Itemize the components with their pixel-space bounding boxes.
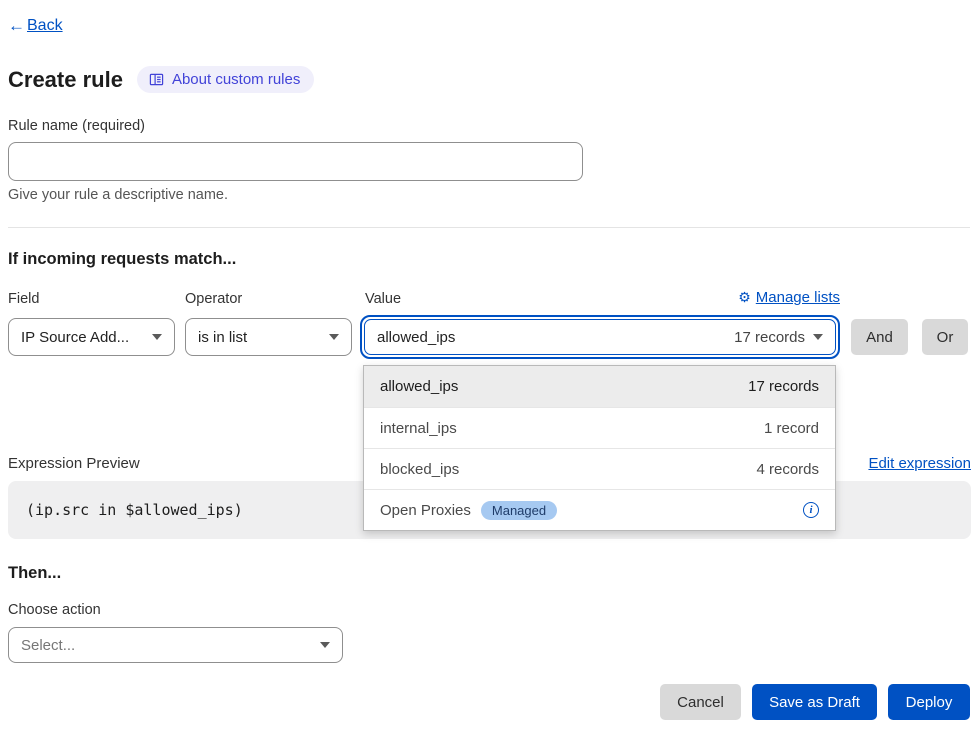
list-item-name: allowed_ips [380,378,458,395]
action-select[interactable]: Select... [8,627,343,663]
and-button[interactable]: And [851,319,908,355]
cancel-button[interactable]: Cancel [660,684,741,720]
operator-label: Operator [185,291,242,307]
value-select-value: allowed_ips [377,329,455,346]
docs-book-icon [149,72,164,87]
action-select-placeholder: Select... [21,637,75,654]
field-label: Field [8,291,39,307]
heading-row: Create rule About custom rules [8,66,314,93]
page-title: Create rule [8,67,123,93]
operator-select-value: is in list [198,329,247,346]
chevron-down-icon [813,334,823,340]
gear-icon: ⚙ [738,289,751,306]
deploy-button[interactable]: Deploy [888,684,970,720]
list-item-internal-ips[interactable]: internal_ips 1 record [364,407,835,448]
field-select[interactable]: IP Source Add... [8,318,175,356]
list-item-open-proxies[interactable]: Open Proxies Managed i [364,489,835,530]
list-item-allowed-ips[interactable]: allowed_ips 17 records [364,366,835,407]
rule-name-helper-text: Give your rule a descriptive name. [8,187,228,203]
edit-expression-link[interactable]: Edit expression [868,455,971,472]
back-arrow-icon: ← [8,16,25,36]
choose-action-label: Choose action [8,602,101,618]
managed-badge: Managed [481,501,557,520]
rule-name-input[interactable] [8,142,583,181]
list-item-count: 1 record [764,420,819,437]
value-select[interactable]: allowed_ips 17 records [360,315,840,359]
match-section-heading: If incoming requests match... [8,250,236,269]
section-divider [8,227,970,228]
list-item-count: 4 records [756,461,819,478]
list-item-name: blocked_ips [380,461,459,478]
value-label: Value [365,291,401,307]
about-custom-rules-link[interactable]: About custom rules [137,66,314,93]
list-item-count: 17 records [748,378,819,395]
value-select-record-count: 17 records [734,329,805,346]
operator-select[interactable]: is in list [185,318,352,356]
back-link[interactable]: ←Back [8,16,63,36]
back-link-label: Back [27,17,63,35]
value-select-inner: allowed_ips 17 records [364,319,836,355]
manage-lists-label: Manage lists [756,289,840,306]
list-item-name: internal_ips [380,420,457,437]
field-select-value: IP Source Add... [21,329,129,346]
list-item-name: Open Proxies [380,502,471,519]
chevron-down-icon [320,642,330,648]
or-button[interactable]: Or [922,319,968,355]
list-item-blocked-ips[interactable]: blocked_ips 4 records [364,448,835,489]
expression-code: (ip.src in $allowed_ips) [26,501,243,519]
about-custom-rules-label: About custom rules [172,71,300,88]
then-section-heading: Then... [8,564,61,583]
rule-name-label: Rule name (required) [8,118,145,134]
manage-lists-link[interactable]: ⚙ Manage lists [738,289,840,306]
info-icon[interactable]: i [803,502,819,518]
list-dropdown: allowed_ips 17 records internal_ips 1 re… [363,365,836,531]
save-as-draft-button[interactable]: Save as Draft [752,684,877,720]
chevron-down-icon [152,334,162,340]
chevron-down-icon [329,334,339,340]
expression-preview-label: Expression Preview [8,455,140,472]
create-rule-page: ←Back Create rule About custom rules Rul… [0,0,979,739]
